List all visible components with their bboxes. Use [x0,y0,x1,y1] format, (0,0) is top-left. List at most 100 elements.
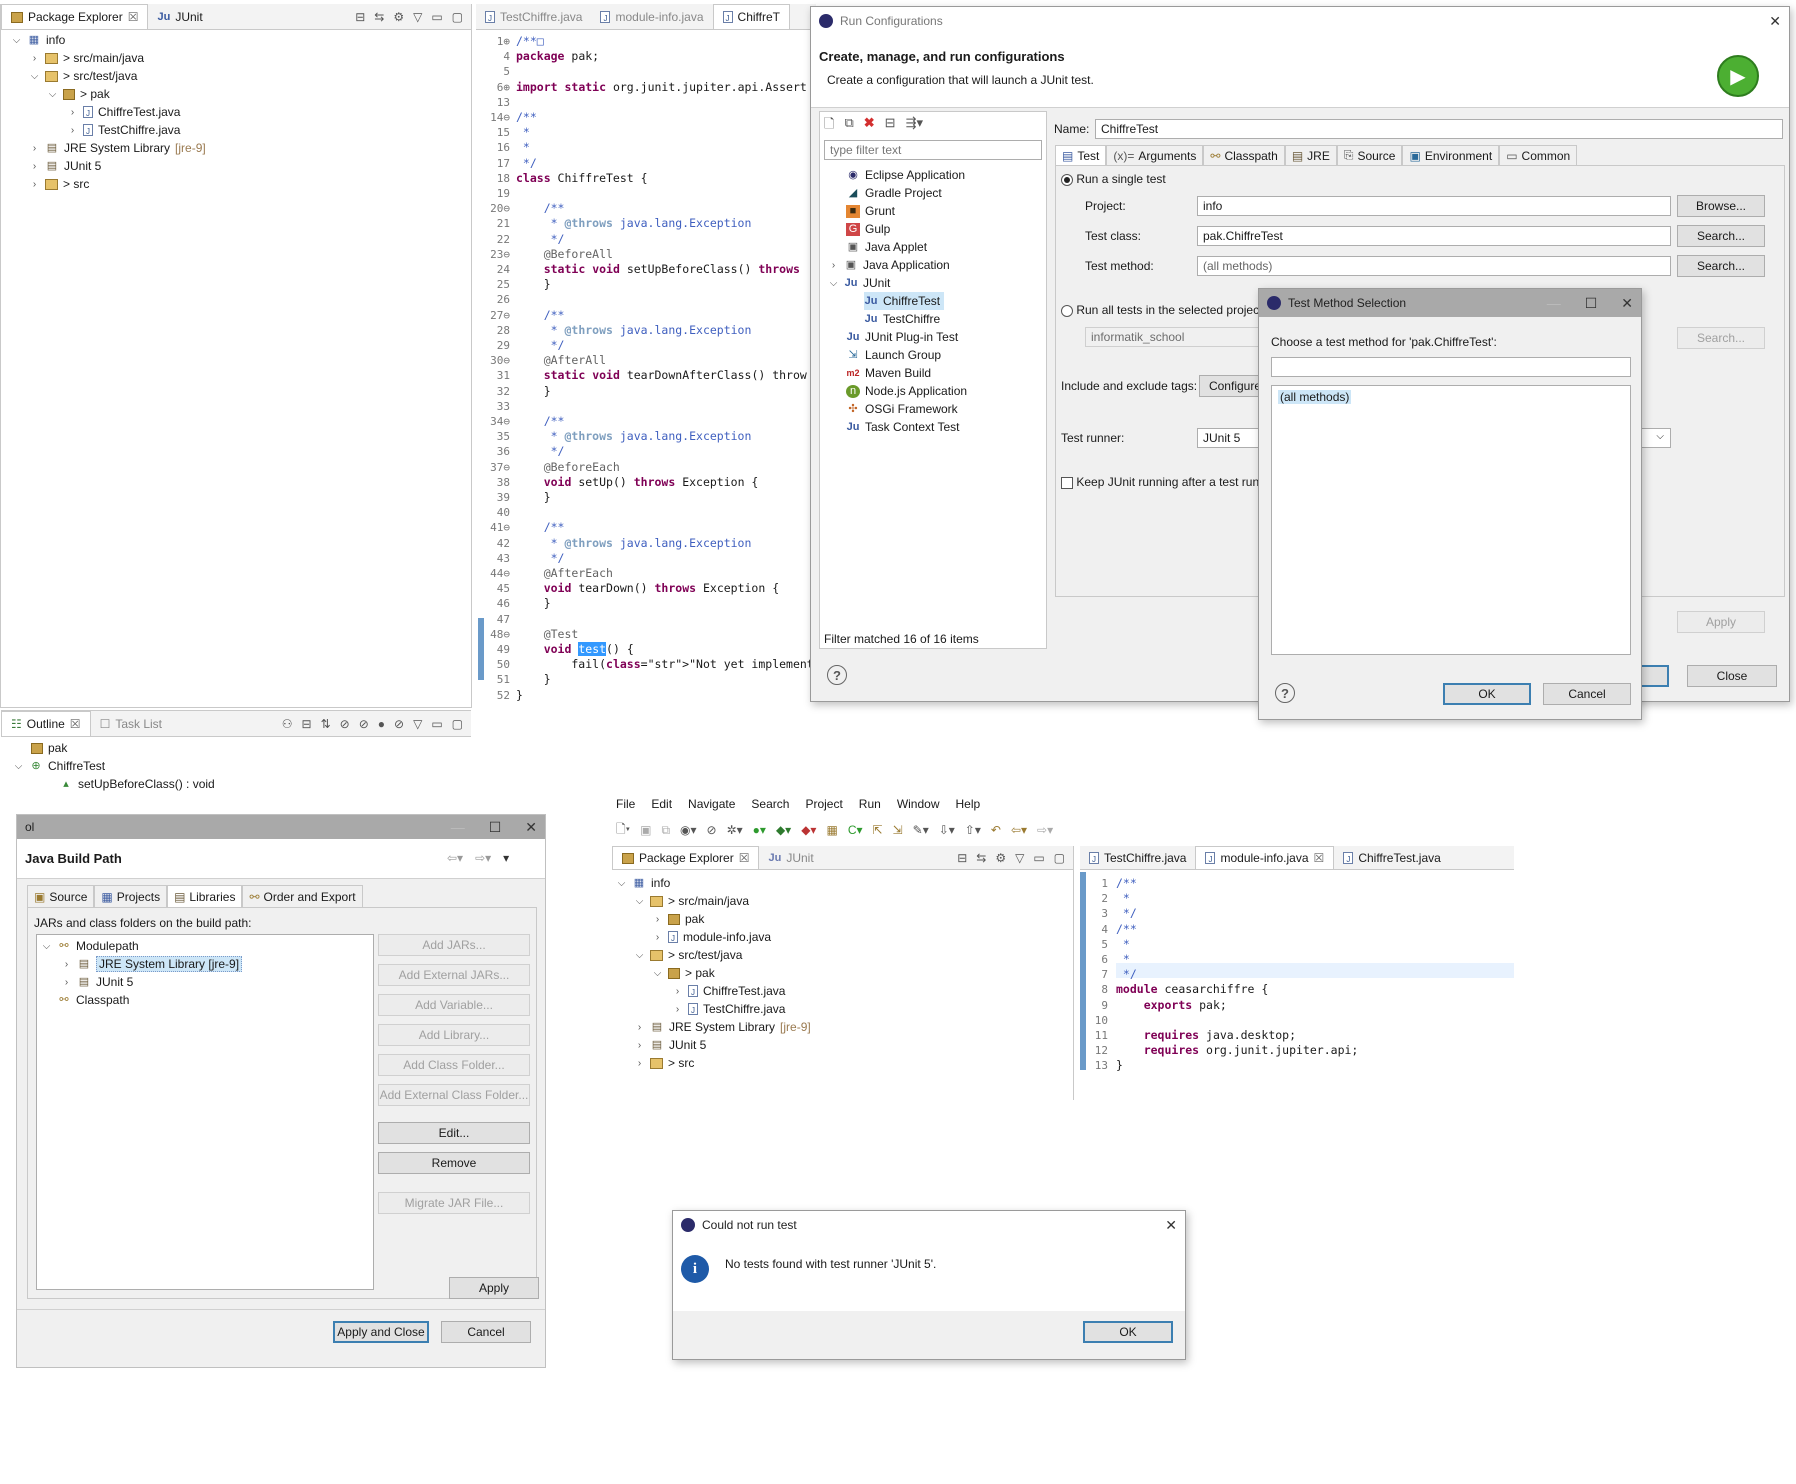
chevron-down-icon[interactable]: ⌵ [634,896,645,907]
jbp-item-modulepath[interactable]: ⌵ ⚯ Modulepath [41,937,139,955]
config-filter-input[interactable]: type filter text [824,140,1042,160]
collapse-all-icon[interactable]: ⊟ [355,10,365,24]
back-icon[interactable]: ⇦▾ [447,851,463,865]
tab-libraries[interactable]: ▤ Libraries [167,885,243,907]
chevron-right-icon[interactable]: › [672,1004,683,1015]
config-type-nodejs[interactable]: n Node.js Application [846,382,967,400]
editor-code-line[interactable]: void test() { [516,642,634,657]
editor-2-code-line[interactable]: */ [1116,906,1137,921]
editor-2-code-line[interactable]: * [1116,952,1130,967]
menu-project[interactable]: Project [805,797,842,811]
editor-2-code-line[interactable]: exports pak; [1116,998,1227,1013]
test-method-input[interactable]: (all methods) [1197,256,1671,276]
chevron-right-icon[interactable]: › [67,107,78,118]
filter-icon[interactable]: ⇶▾ [906,115,923,137]
open-task-icon[interactable]: ⇲ [893,823,903,837]
config-type-grunt[interactable]: ■ Grunt [846,202,895,220]
editor-code-line[interactable]: @AfterAll [516,353,606,368]
prev-annotation-icon[interactable]: ⇧▾ [965,823,981,837]
run-single-option[interactable]: Run a single test [1061,172,1166,186]
tms-item-all-methods[interactable]: (all methods) [1278,390,1352,404]
tab-outline[interactable]: ☷ Outline ☒ [1,711,91,736]
chevron-down-icon[interactable]: ⌵ [634,950,645,961]
tree-item-chiffretest[interactable]: › J ChiffreTest.java [67,103,181,121]
new-java-package-icon[interactable]: ▦ [826,823,837,837]
external-tools-icon[interactable]: ◆▾ [801,823,816,837]
tab-order-export[interactable]: ⚯ Order and Export [242,885,363,907]
tab-arguments[interactable]: (x)= Arguments [1106,145,1204,165]
editor-code-line[interactable]: @AfterEach [516,566,613,581]
editor-code-line[interactable]: void setUp() throws Exception { [516,475,759,490]
tms-ok-button[interactable]: OK [1443,683,1531,705]
collapse-all-icon[interactable]: ⊟ [885,115,896,137]
delete-icon[interactable]: ✖ [864,115,875,137]
editor-code-line[interactable]: package pak; [516,49,599,64]
menu-icon[interactable]: ▾ [503,851,509,865]
tree-item-src-test[interactable]: ⌵ > src/test/java [29,67,138,85]
tab-package-explorer[interactable]: Package Explorer ☒ [612,846,760,869]
close-button[interactable]: Close [1687,665,1777,687]
new-java-class-icon[interactable]: C▾ [848,823,863,837]
editor-2-code-line[interactable]: */ [1116,967,1137,982]
chevron-down-icon[interactable]: ⌵ [47,89,58,100]
jbp-item-jre[interactable]: › ▤ JRE System Library [jre-9] [61,955,243,973]
tab-module-info[interactable]: Jmodule-info.java [591,4,712,29]
skip-breakpoints-icon[interactable]: ⊘ [707,823,717,837]
tms-filter-input[interactable] [1271,357,1631,377]
menu-run[interactable]: Run [859,797,881,811]
chevron-right-icon[interactable]: › [29,161,40,172]
link-editor-icon[interactable]: ⇆ [976,851,986,865]
editor-code-line[interactable]: } [516,384,551,399]
tab-task-list[interactable]: ☐ Task List [91,711,171,736]
save-all-icon[interactable]: ⧉ [661,823,670,838]
run-icon[interactable]: ●▾ [753,823,766,837]
chevron-right-icon[interactable]: › [634,1040,645,1051]
tree-item-module-info[interactable]: › Jmodule-info.java [652,928,771,946]
editor-code-line[interactable]: /** [516,201,565,216]
forward-icon[interactable]: ⇨▾ [1037,823,1053,837]
tab-environment[interactable]: ▣ Environment [1402,145,1500,165]
hide-nonpublic-icon[interactable]: ● [378,717,385,731]
editor-code-line[interactable]: * @throws java.lang.Exception [516,536,752,551]
tree-item-pak-main[interactable]: › pak [652,910,705,928]
editor-code-line[interactable]: } [516,277,551,292]
close-icon[interactable]: ✕ [525,819,537,836]
tree-item-src[interactable]: › > src [29,175,90,193]
jbp-cancel-button[interactable]: Cancel [441,1321,531,1343]
tab-source[interactable]: ⎘ Source [1336,145,1403,165]
close-icon[interactable]: ✕ [1769,13,1781,30]
chevron-right-icon[interactable]: › [29,143,40,154]
minimize-icon[interactable]: ▭ [1033,851,1044,865]
tab-jre[interactable]: ▤ JRE [1284,145,1337,165]
close-icon[interactable]: ☒ [1314,851,1325,865]
editor-code-line[interactable]: /** [516,308,565,323]
editor-2-code-line[interactable]: module ceasarchiffre { [1116,982,1268,997]
hide-static-icon[interactable]: ⊘ [359,717,369,731]
menu-help[interactable]: Help [956,797,981,811]
tab-package-explorer[interactable]: Package Explorer ☒ [1,4,149,29]
sort-icon[interactable]: ⇅ [321,717,331,731]
editor-2-code-line[interactable]: } [1116,1058,1123,1073]
jbp-item-classpath[interactable]: ⚯ Classpath [41,991,129,1009]
editor-code-line[interactable]: * [516,125,530,140]
tree-item-pak[interactable]: ⌵ > pak [47,85,110,103]
tab-junit[interactable]: Ju JUnit [759,846,822,869]
back-icon[interactable]: ⇦▾ [1011,823,1027,837]
jbp-item-junit5[interactable]: › ▤ JUnit 5 [61,973,134,991]
edit-button[interactable]: Edit... [378,1122,530,1144]
editor-code-line[interactable]: /** [516,414,565,429]
search-class-button[interactable]: Search... [1677,225,1765,247]
browse-button[interactable]: Browse... [1677,195,1765,217]
view-menu-icon[interactable]: ▽ [413,10,422,24]
tree-item-src-test[interactable]: ⌵ > src/test/java [634,946,743,964]
open-type-icon[interactable]: ⇱ [873,823,883,837]
config-type-junit-plugin[interactable]: Ju JUnit Plug-in Test [846,328,959,346]
config-type-osgi[interactable]: ✣ OSGi Framework [846,400,957,418]
editor-code-line[interactable]: @Test [516,627,579,642]
tree-item-project[interactable]: ⌵ ▦ info [616,874,671,892]
keep-running-option[interactable]: Keep JUnit running after a test run [1061,475,1259,489]
maximize-icon[interactable]: ☐ [489,819,502,836]
tab-testchiffre[interactable]: J TestChiffre.java [476,4,591,29]
config-name-input[interactable]: ChiffreTest [1095,119,1783,139]
close-icon[interactable]: ✕ [1621,295,1633,312]
